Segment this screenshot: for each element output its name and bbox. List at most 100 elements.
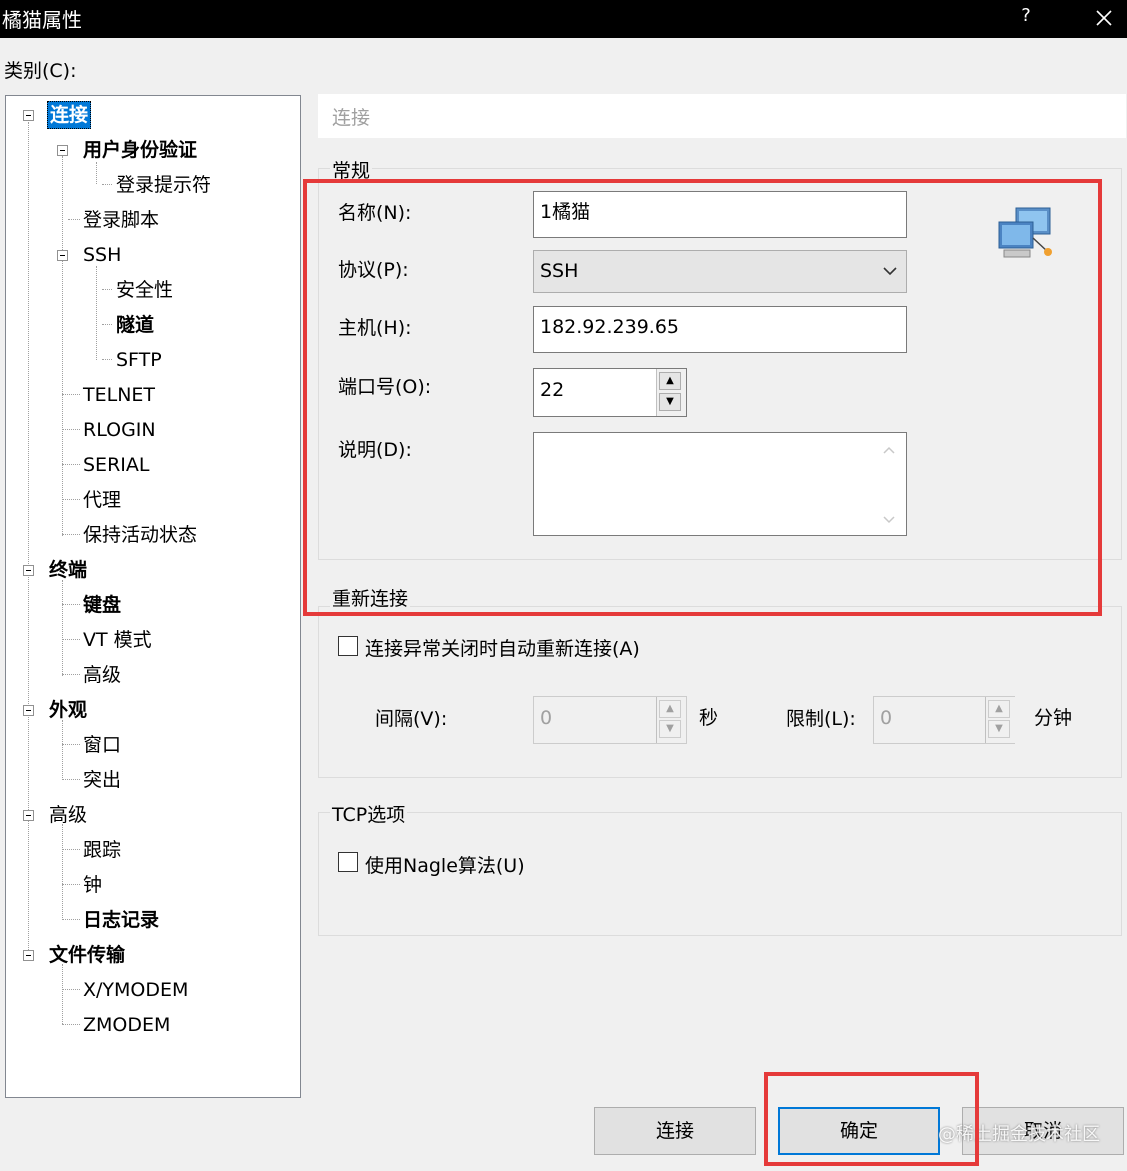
connect-button[interactable]: 连接 [594, 1107, 756, 1155]
tree-line [62, 534, 80, 535]
tree-item-terminal[interactable]: 终端 [49, 557, 87, 583]
tree-line [62, 499, 80, 500]
tree-item-connection[interactable]: 连接 [47, 101, 92, 129]
chevron-down-icon [883, 267, 897, 276]
tree-item-appearance[interactable]: 外观 [49, 697, 87, 723]
interval-unit: 秒 [699, 707, 719, 729]
tree-line [96, 266, 97, 360]
tree-line [102, 289, 112, 290]
close-button[interactable] [1084, 2, 1124, 34]
tree-line [62, 720, 63, 780]
watermark: @稀土掘金技术社区 [938, 1124, 1100, 1145]
tree-line [62, 674, 80, 675]
collapse-icon[interactable] [57, 250, 68, 261]
tree-item-ssh[interactable]: SSH [83, 242, 121, 268]
collapse-icon[interactable] [23, 810, 34, 821]
tree-item-bell[interactable]: 钟 [83, 872, 102, 898]
spin-up-icon: ▲ [659, 700, 681, 718]
interval-spinner: ▲ ▼ [656, 697, 686, 743]
name-input[interactable]: 1橘猫 [533, 191, 907, 238]
spin-down-icon: ▼ [988, 720, 1010, 738]
auto-reconnect-checkbox[interactable] [338, 636, 358, 656]
tree-item-telnet[interactable]: TELNET [83, 382, 155, 408]
tree-line [62, 156, 63, 536]
tree-item-logging[interactable]: 日志记录 [83, 907, 159, 933]
tcp-group-title: TCP选项 [330, 800, 408, 827]
tree-item-trace[interactable]: 跟踪 [83, 837, 121, 863]
tree-line [102, 359, 112, 360]
spin-down-icon[interactable]: ▼ [659, 393, 681, 411]
tree-item-highlight[interactable]: 突出 [83, 767, 121, 793]
ok-button[interactable]: 确定 [778, 1107, 940, 1155]
category-label: 类别(C): [4, 60, 77, 82]
close-icon [1096, 10, 1112, 26]
tree-line [62, 639, 80, 640]
tree-item-window[interactable]: 窗口 [83, 732, 121, 758]
collapse-icon[interactable] [23, 950, 34, 961]
collapse-icon[interactable] [57, 145, 68, 156]
tree-item-rlogin[interactable]: RLOGIN [83, 417, 156, 443]
tree-item-keepalive[interactable]: 保持活动状态 [83, 522, 197, 548]
tree-line [62, 429, 80, 430]
tree-item-file-transfer[interactable]: 文件传输 [49, 942, 125, 968]
port-spinner[interactable]: ▲ ▼ [656, 369, 686, 416]
tree-item-serial[interactable]: SERIAL [83, 452, 149, 478]
tree-item-zmodem[interactable]: ZMODEM [83, 1012, 170, 1038]
description-label: 说明(D): [338, 439, 412, 461]
tree-item-advanced[interactable]: 高级 [49, 802, 87, 828]
help-button[interactable]: ? [1008, 4, 1044, 32]
tree-item-security[interactable]: 安全性 [116, 277, 173, 303]
tree-line [62, 394, 80, 395]
tree-line [96, 162, 97, 184]
tree-line [68, 219, 80, 220]
limit-unit: 分钟 [1034, 707, 1073, 729]
collapse-icon[interactable] [23, 705, 34, 716]
description-textarea[interactable] [533, 432, 907, 536]
protocol-select-value: SSH [540, 260, 579, 282]
host-input[interactable]: 182.92.239.65 [533, 306, 907, 353]
spin-up-icon: ▲ [988, 700, 1010, 718]
collapse-icon[interactable] [23, 565, 34, 576]
tree-item-terminal-advanced[interactable]: 高级 [83, 662, 121, 688]
interval-value: 0 [540, 707, 553, 729]
limit-value: 0 [880, 707, 893, 729]
tree-line [62, 464, 80, 465]
spin-up-icon[interactable]: ▲ [659, 372, 681, 390]
nagle-checkbox[interactable] [338, 852, 358, 872]
tree-line [62, 779, 80, 780]
panel-header: 连接 [318, 94, 1126, 138]
tree-item-login-prompt[interactable]: 登录提示符 [116, 172, 211, 198]
nagle-label[interactable]: 使用Nagle算法(U) [365, 851, 525, 878]
tree-item-sftp[interactable]: SFTP [116, 347, 162, 373]
reconnect-group [318, 606, 1122, 778]
tree-item-proxy[interactable]: 代理 [83, 487, 121, 513]
tree-line [62, 919, 80, 920]
scroll-up-icon[interactable] [882, 445, 896, 455]
scroll-down-icon[interactable] [882, 515, 896, 525]
protocol-select[interactable]: SSH [533, 250, 907, 293]
interval-label: 间隔(V): [375, 708, 448, 730]
tree-line [62, 964, 63, 1024]
tree-line [62, 989, 80, 990]
name-label: 名称(N): [338, 202, 412, 224]
tree-item-keyboard[interactable]: 键盘 [83, 592, 121, 618]
tree-line [62, 849, 80, 850]
protocol-label: 协议(P): [338, 259, 409, 281]
tree-item-login-script[interactable]: 登录脚本 [83, 207, 159, 233]
tree-line [28, 122, 29, 952]
tree-line [62, 744, 80, 745]
auto-reconnect-label[interactable]: 连接异常关闭时自动重新连接(A) [365, 634, 640, 661]
tree-line [102, 184, 112, 185]
panel-title: 连接 [332, 107, 371, 129]
limit-label: 限制(L): [786, 708, 856, 730]
tree-item-xymodem[interactable]: X/YMODEM [83, 977, 188, 1003]
tree-item-vt-mode[interactable]: VT 模式 [83, 627, 152, 653]
collapse-icon[interactable] [23, 110, 34, 121]
tree-item-tunnel[interactable]: 隧道 [116, 312, 154, 338]
network-computer-icon [996, 206, 1056, 262]
category-tree[interactable]: 连接 用户身份验证 登录提示符 登录脚本 SSH 安全性 隧道 SFTP TEL… [5, 95, 301, 1098]
tree-line [62, 580, 63, 676]
title-bar [0, 0, 1127, 38]
tree-item-auth[interactable]: 用户身份验证 [83, 137, 197, 163]
tree-line [62, 1024, 80, 1025]
